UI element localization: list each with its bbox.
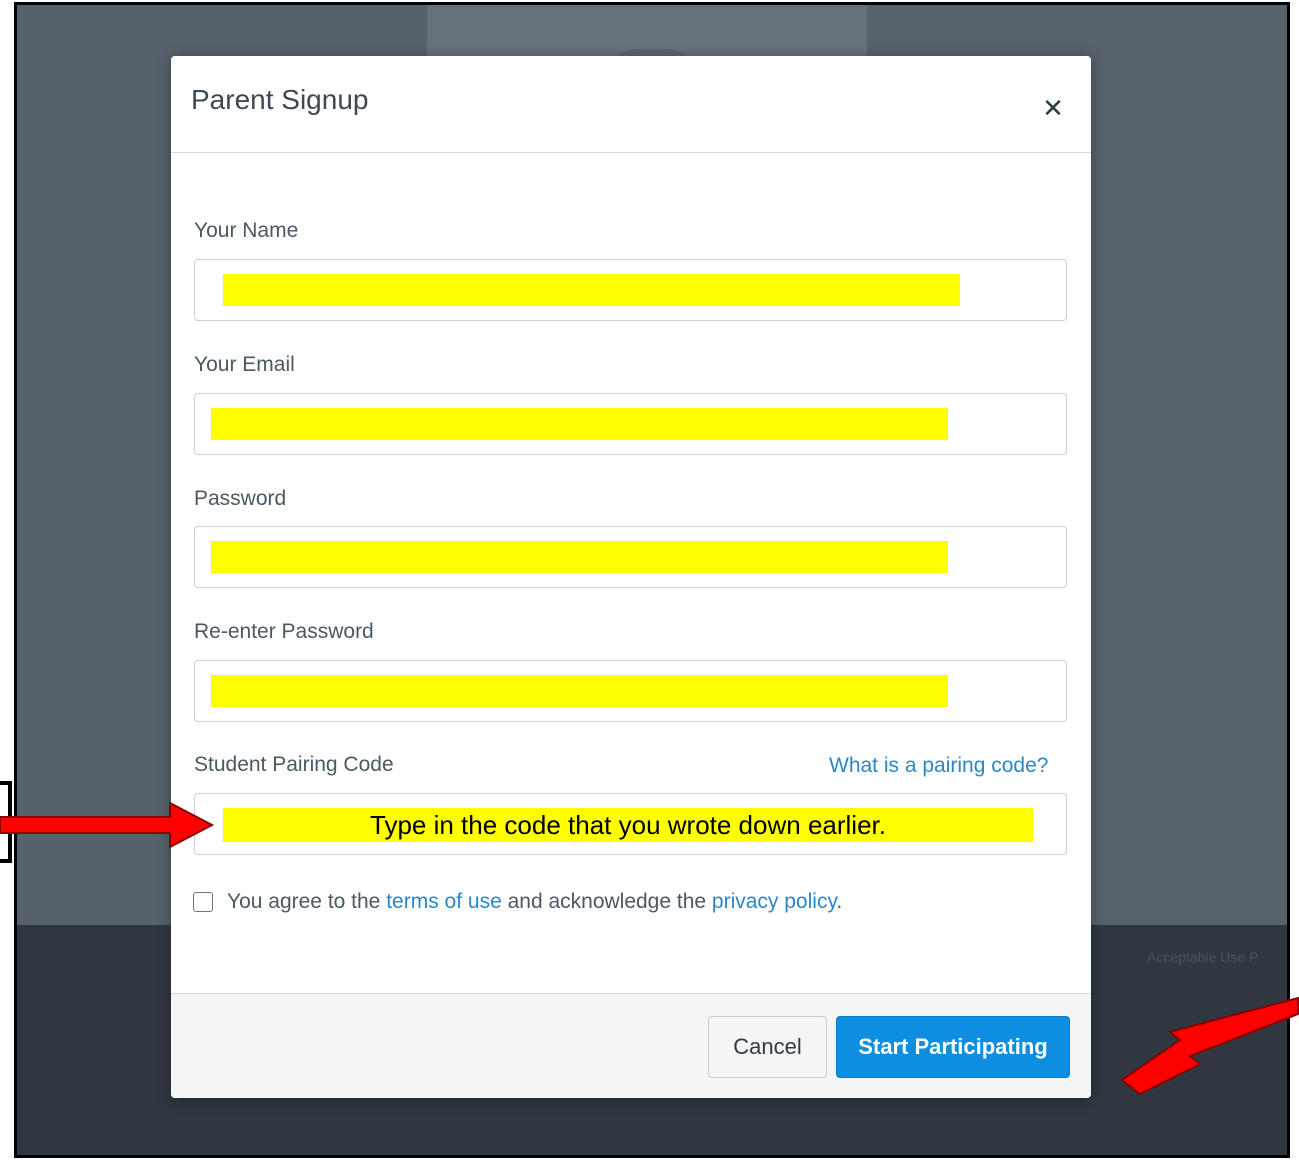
terms-text: You agree to the terms of use and acknow… <box>227 890 842 914</box>
terms-text-after: . <box>836 890 843 913</box>
annotation-arrow-start-icon <box>1120 996 1299 1096</box>
name-redaction <box>223 274 960 306</box>
password-input[interactable] <box>194 526 1067 588</box>
close-button[interactable]: ✕ <box>1037 92 1069 124</box>
pairing-code-annotation: Type in the code that you wrote down ear… <box>223 808 1033 842</box>
reenter-password-label: Re-enter Password <box>194 620 374 643</box>
name-input[interactable] <box>194 259 1067 321</box>
parent-signup-dialog: Parent Signup ✕ Your Name Your Email Pas… <box>171 56 1091 1098</box>
cancel-button[interactable]: Cancel <box>708 1016 827 1078</box>
pairing-code-label: Student Pairing Code <box>194 753 394 776</box>
email-label: Your Email <box>194 353 295 376</box>
pairing-code-help-link[interactable]: What is a pairing code? <box>829 754 1048 778</box>
pairing-code-input[interactable]: Type in the code that you wrote down ear… <box>194 793 1067 855</box>
reenter-password-redaction <box>211 675 948 707</box>
background-footer-link: Acceptable Use P <box>1147 949 1259 965</box>
password-redaction <box>211 541 948 573</box>
terms-of-use-link[interactable]: terms of use <box>386 890 502 913</box>
reenter-password-input[interactable] <box>194 660 1067 722</box>
dialog-footer: Cancel Start Participating <box>171 993 1091 1098</box>
terms-text-before: You agree to the <box>227 890 387 913</box>
terms-checkbox[interactable] <box>193 892 213 912</box>
email-redaction <box>211 408 948 440</box>
dialog-title: Parent Signup <box>191 84 369 115</box>
privacy-policy-link[interactable]: privacy policy <box>712 890 836 913</box>
annotation-arrow-pairing-icon <box>0 801 215 849</box>
terms-row: You agree to the terms of use and acknow… <box>193 888 842 916</box>
terms-text-middle: and acknowledge the <box>501 890 712 913</box>
close-icon: ✕ <box>1042 93 1064 123</box>
name-label: Your Name <box>194 219 299 242</box>
dialog-header: Parent Signup ✕ <box>171 56 1091 153</box>
email-input[interactable] <box>194 393 1067 455</box>
password-label: Password <box>194 487 287 510</box>
start-participating-button[interactable]: Start Participating <box>836 1016 1070 1078</box>
